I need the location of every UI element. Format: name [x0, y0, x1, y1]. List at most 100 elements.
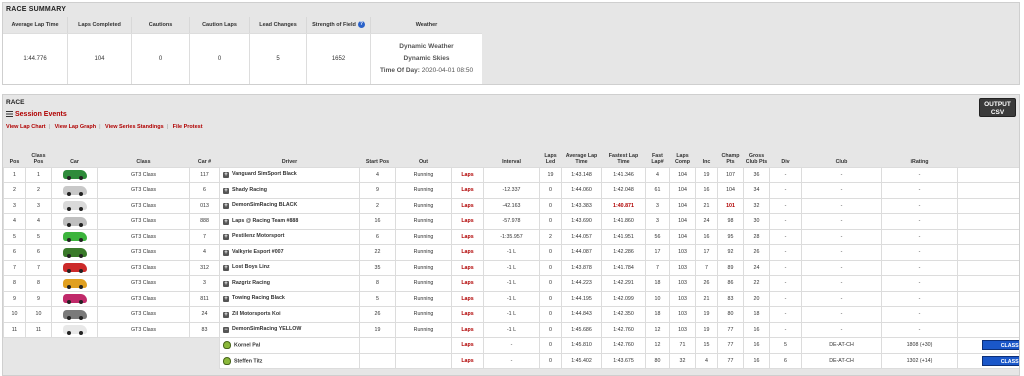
column-header-class: Class [97, 145, 190, 167]
session-events-link[interactable]: Session Events [6, 111, 67, 118]
fastest-lap-cell: 1:41.346 [601, 166, 646, 183]
expand-icon[interactable]: + [223, 265, 229, 272]
session-events-label: Session Events [15, 111, 67, 118]
column-header-license: License [957, 145, 1019, 167]
gross-club-pts-cell: 24 [743, 259, 770, 276]
interval-cell: -1 L [483, 244, 540, 261]
class-pos-cell: 10 [25, 306, 52, 323]
car-cell [51, 321, 98, 338]
out-cell: Running [395, 244, 452, 261]
expand-icon[interactable]: + [223, 311, 229, 318]
table-row: 4 4 GT3 Class 888 + Laps @ Racing Team #888 16… [3, 213, 1019, 230]
team-name[interactable]: Vanguard SimSport Black [232, 171, 297, 177]
expand-icon[interactable]: + [223, 296, 229, 303]
interval-cell: -12.337 [483, 182, 540, 199]
div-cell: - [769, 213, 802, 230]
laps-link[interactable]: Laps [451, 182, 484, 199]
value-caution-laps: 0 [189, 33, 249, 84]
driver-cell[interactable]: + Towing Racing Black [219, 290, 360, 307]
driver-cell[interactable]: + Shady Racing [219, 182, 360, 199]
team-name[interactable]: Zil Motorsports Koi [232, 311, 281, 317]
class-pos-cell: 4 [25, 213, 52, 230]
column-header-start-pos: Start Pos [359, 145, 396, 167]
column-header-laps-link [451, 145, 484, 167]
fastest-lap-cell: 1:42.286 [601, 244, 646, 261]
out-cell: Running [395, 321, 452, 338]
club-cell: - [801, 259, 882, 276]
laps-link[interactable]: Laps [451, 352, 484, 369]
pos-cell: 1 [3, 166, 26, 183]
driver-cell[interactable]: Steffen Titz [219, 352, 360, 369]
fast-lap-number-cell: 3 [645, 197, 670, 214]
team-name[interactable]: Valkyrie Esport #007 [232, 249, 284, 255]
time-of-day: Time Of Day: 2020-04-01 08:50 [380, 65, 473, 77]
driver-cell[interactable]: + DemonSimRacing BLACK [219, 197, 360, 214]
laps-link[interactable]: Laps [451, 321, 484, 338]
laps-link[interactable]: Laps [451, 166, 484, 183]
help-icon[interactable]: ? [357, 21, 365, 29]
driver-name[interactable]: Kornel Pal [234, 343, 260, 349]
laps-link[interactable]: Laps [451, 259, 484, 276]
driver-cell[interactable]: + Vanguard SimSport Black [219, 166, 360, 183]
inc-cell: 4 [695, 352, 718, 369]
class-pos-cell: 3 [25, 197, 52, 214]
pos-cell: 9 [3, 290, 26, 307]
driver-cell[interactable]: + Razgriz Racing [219, 275, 360, 292]
car-number-cell: 83 [189, 321, 220, 338]
driver-cell[interactable]: + Pestilenz Motorsport [219, 228, 360, 245]
expand-icon[interactable]: + [223, 218, 229, 225]
laps-link[interactable]: Laps [451, 290, 484, 307]
team-name[interactable]: Razgriz Racing [232, 280, 270, 286]
champ-pts-cell: 77 [717, 352, 744, 369]
class-cell: GT3 Class [97, 244, 190, 261]
driver-cell[interactable]: − DemonSimRacing YELLOW [219, 321, 360, 338]
expand-icon[interactable]: + [223, 187, 229, 194]
team-name[interactable]: Towing Racing Black [232, 295, 285, 301]
start-pos-cell: 16 [359, 213, 396, 230]
laps-link[interactable]: Laps [451, 244, 484, 261]
column-header-laps-comp: Laps Comp [669, 145, 696, 167]
team-name[interactable]: Laps @ Racing Team #888 [232, 218, 298, 224]
out-cell: Running [395, 182, 452, 199]
average-lap-cell: 1:44.060 [561, 182, 602, 199]
laps-led-cell: 0 [539, 244, 562, 261]
driver-cell[interactable]: + Valkyrie Esport #007 [219, 244, 360, 261]
collapse-icon[interactable]: − [223, 327, 229, 334]
driver-cell[interactable]: + Laps @ Racing Team #888 [219, 213, 360, 230]
view-series-standings-link[interactable]: View Series Standings [105, 124, 164, 130]
expand-icon[interactable]: + [223, 234, 229, 241]
view-lap-chart-link[interactable]: View Lap Chart [6, 124, 46, 130]
laps-link[interactable]: Laps [451, 197, 484, 214]
laps-link[interactable]: Laps [451, 275, 484, 292]
summary-value-row: 1:44.776 104 0 0 5 1652 Dynamic Weather … [3, 33, 1019, 84]
club-cell: - [801, 166, 882, 183]
driver-name[interactable]: Steffen Titz [234, 358, 262, 364]
team-name[interactable]: Pestilenz Motorsport [232, 233, 284, 239]
driver-cell[interactable]: Kornel Pal [219, 337, 360, 354]
champ-pts-cell: 98 [717, 213, 744, 230]
team-name[interactable]: DemonSimRacing BLACK [232, 202, 297, 208]
expand-icon[interactable]: + [223, 172, 229, 179]
team-name[interactable]: Lost Boys Linz [232, 264, 270, 270]
laps-link[interactable]: Laps [451, 337, 484, 354]
gross-club-pts-cell: 16 [743, 321, 770, 338]
expand-icon[interactable]: + [223, 280, 229, 287]
expand-icon[interactable]: + [223, 203, 229, 210]
output-csv-line-2: CSV [990, 108, 1005, 116]
laps-link[interactable]: Laps [451, 306, 484, 323]
driver-cell[interactable]: + Lost Boys Linz [219, 259, 360, 276]
laps-link[interactable]: Laps [451, 228, 484, 245]
driver-cell[interactable]: + Zil Motorsports Koi [219, 306, 360, 323]
car-image [62, 201, 87, 212]
file-protest-link[interactable]: File Protest [173, 124, 203, 130]
expand-icon[interactable]: + [223, 249, 229, 256]
interval-cell: -1 L [483, 275, 540, 292]
team-name[interactable]: Shady Racing [232, 187, 267, 193]
laps-link[interactable]: Laps [451, 213, 484, 230]
irating-cell: - [881, 275, 958, 292]
value-cautions: 0 [131, 33, 189, 84]
view-lap-graph-link[interactable]: View Lap Graph [55, 124, 96, 130]
team-name[interactable]: DemonSimRacing YELLOW [232, 326, 301, 332]
output-csv-button[interactable]: OUTPUT CSV [979, 98, 1016, 117]
div-cell: 5 [769, 337, 802, 354]
